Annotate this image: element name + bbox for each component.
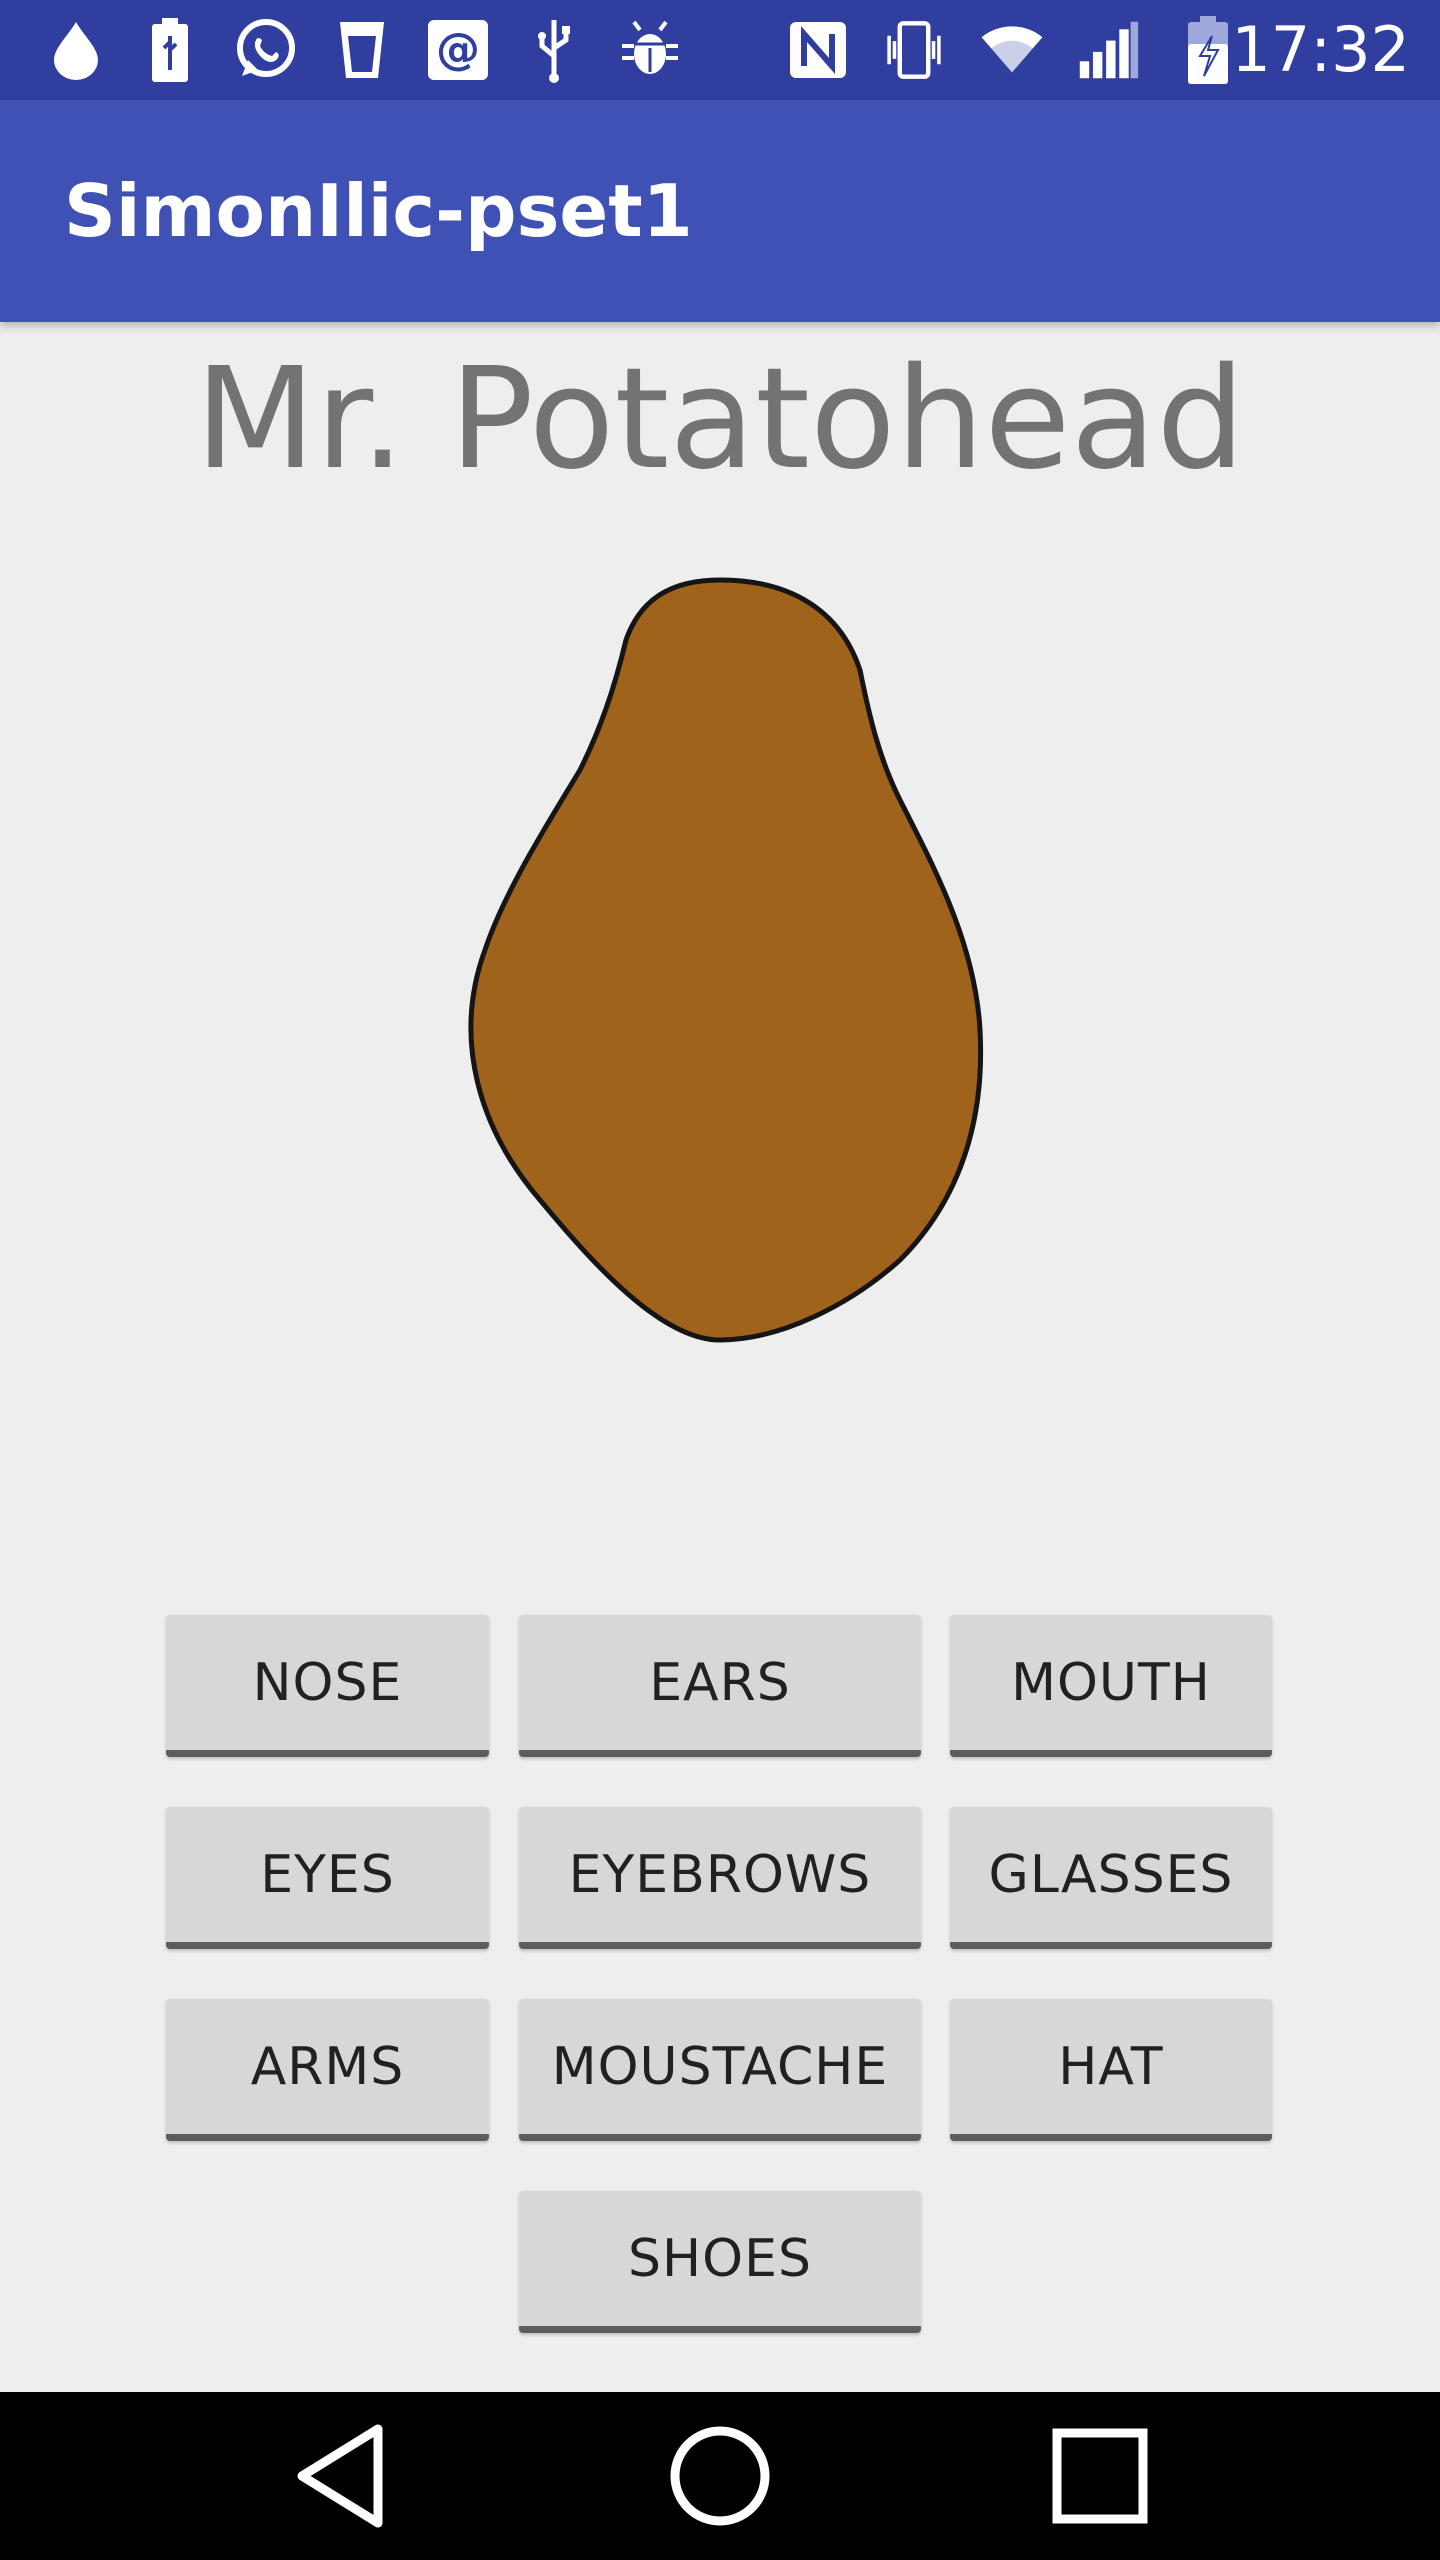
status-clock: 17:32: [1231, 13, 1410, 86]
at-sign-icon: @: [426, 18, 490, 82]
whatsapp-icon: [234, 18, 298, 82]
hat-button[interactable]: HAT: [950, 1999, 1272, 2141]
vibrate-icon: [882, 18, 946, 82]
moustache-button[interactable]: MOUSTACHE: [519, 1999, 921, 2141]
status-bar: @ 17:32: [0, 0, 1440, 100]
arms-button[interactable]: ARMS: [166, 1999, 489, 2141]
eyebrows-button[interactable]: EYEBROWS: [519, 1807, 921, 1949]
mouth-button[interactable]: MOUTH: [950, 1615, 1272, 1757]
eyes-button[interactable]: EYES: [166, 1807, 489, 1949]
cup-icon: [330, 18, 394, 82]
app-title: SimonIlic-pset1: [64, 169, 693, 253]
potato-body-image: [430, 560, 1010, 1360]
glasses-button[interactable]: GLASSES: [950, 1807, 1272, 1949]
nose-button[interactable]: NOSE: [166, 1615, 489, 1757]
signal-icon: [1076, 18, 1140, 82]
home-icon[interactable]: [660, 2416, 780, 2536]
usb-icon: [522, 18, 586, 83]
android-debug-icon: [618, 18, 682, 82]
nfc-icon: [786, 18, 850, 82]
back-icon[interactable]: [280, 2416, 400, 2536]
navigation-bar: [0, 2392, 1440, 2560]
recents-icon[interactable]: [1040, 2416, 1160, 2536]
wifi-icon: [980, 18, 1044, 82]
page-title: Mr. Potatohead: [194, 338, 1246, 501]
shoes-button[interactable]: SHOES: [519, 2191, 921, 2333]
water-drop-icon: [44, 18, 108, 82]
usb-battery-icon: [138, 18, 202, 82]
svg-text:@: @: [436, 24, 480, 75]
app-bar: SimonIlic-pset1: [0, 100, 1440, 322]
ears-button[interactable]: EARS: [519, 1615, 921, 1757]
